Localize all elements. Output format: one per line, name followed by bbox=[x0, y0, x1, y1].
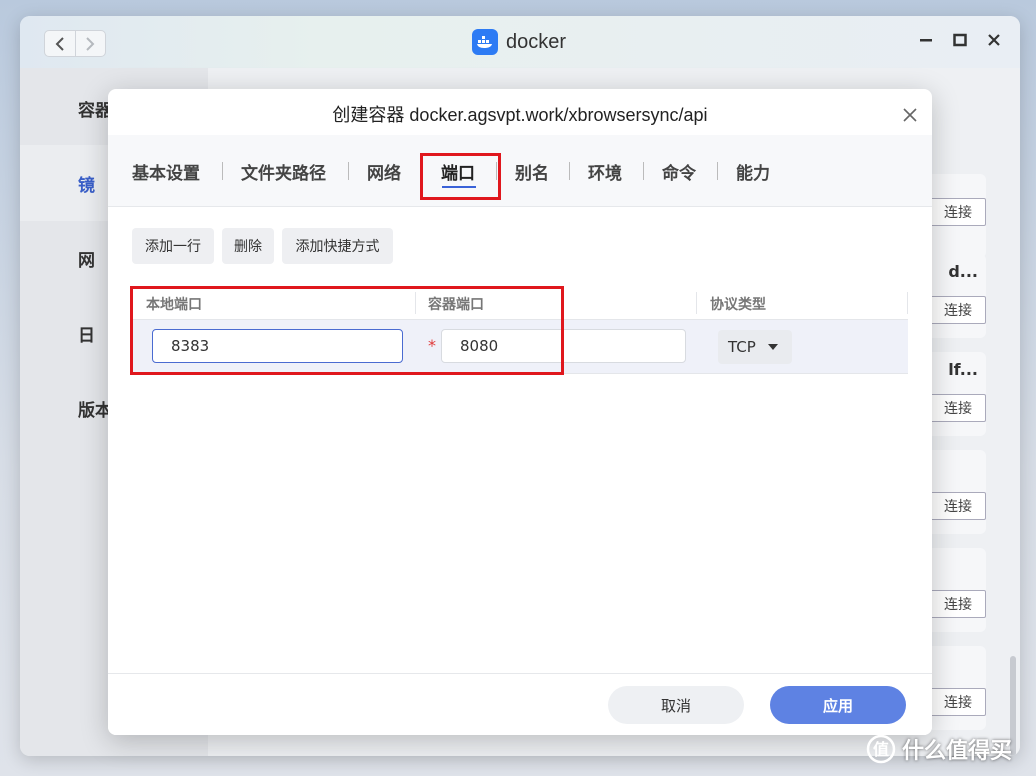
tab-separator bbox=[222, 162, 223, 180]
maximize-button[interactable] bbox=[952, 32, 968, 48]
add-row-button[interactable]: 添加一行 bbox=[132, 228, 214, 264]
apply-button[interactable]: 应用 bbox=[770, 686, 906, 724]
dialog-title: 创建容器 docker.agsvpt.work/xbrowsersync/api bbox=[332, 105, 708, 125]
tab-bar: 基本设置 文件夹路径 网络 端口 别名 环境 命令 能力 bbox=[108, 135, 932, 207]
connect-tag[interactable]: 连接 bbox=[930, 198, 986, 226]
svg-text:值: 值 bbox=[873, 740, 889, 759]
tab-alias[interactable]: 别名 bbox=[515, 159, 549, 184]
header-separator bbox=[907, 292, 908, 314]
minimize-icon bbox=[920, 39, 932, 42]
list-item-name: lf... bbox=[948, 360, 978, 379]
dialog-close-button[interactable] bbox=[902, 107, 918, 123]
connect-tag[interactable]: 连接 bbox=[930, 394, 986, 422]
cancel-button[interactable]: 取消 bbox=[608, 686, 744, 724]
close-window-button[interactable] bbox=[986, 32, 1002, 48]
sidebar-item-images[interactable]: 镜 bbox=[78, 171, 95, 196]
tab-separator bbox=[643, 162, 644, 180]
protocol-select[interactable]: TCP bbox=[718, 330, 792, 364]
watermark-text: 什么值得买 bbox=[902, 739, 1013, 764]
forward-button[interactable] bbox=[74, 31, 105, 56]
app-title-text: docker bbox=[506, 30, 567, 53]
tab-separator bbox=[717, 162, 718, 180]
header-separator bbox=[696, 292, 697, 314]
maximize-icon bbox=[953, 33, 967, 47]
connect-tag[interactable]: 连接 bbox=[930, 590, 986, 618]
minimize-button[interactable] bbox=[918, 32, 934, 48]
tab-basic-settings[interactable]: 基本设置 bbox=[132, 159, 200, 184]
header-protocol: 协议类型 bbox=[710, 297, 766, 313]
back-button[interactable] bbox=[45, 31, 75, 56]
connect-tag[interactable]: 连接 bbox=[930, 296, 986, 324]
dialog-footer: 取消 应用 bbox=[108, 673, 932, 735]
docker-icon bbox=[472, 29, 498, 55]
tab-separator bbox=[348, 162, 349, 180]
tab-network[interactable]: 网络 bbox=[367, 159, 401, 184]
tab-capabilities[interactable]: 能力 bbox=[736, 159, 770, 184]
tab-command[interactable]: 命令 bbox=[662, 159, 696, 184]
list-item-name: d... bbox=[948, 262, 978, 281]
sidebar-item-version[interactable]: 版本 bbox=[78, 396, 112, 421]
sidebar-item-containers[interactable]: 容器 bbox=[78, 96, 112, 121]
add-shortcut-button[interactable]: 添加快捷方式 bbox=[282, 228, 393, 264]
smzdm-logo-icon: 值 bbox=[866, 734, 896, 764]
highlight-box-port-fields bbox=[130, 286, 564, 375]
highlight-box-ports-tab bbox=[420, 153, 501, 200]
title-bar: docker bbox=[20, 16, 1020, 68]
connect-tag[interactable]: 连接 bbox=[930, 688, 986, 716]
tab-folder-path[interactable]: 文件夹路径 bbox=[241, 159, 326, 184]
chevron-right-icon bbox=[86, 36, 95, 51]
close-icon bbox=[903, 108, 917, 122]
app-title: docker bbox=[472, 29, 566, 55]
sidebar-item-logs[interactable]: 日 bbox=[78, 321, 95, 346]
tab-separator bbox=[569, 162, 570, 180]
protocol-select-value: TCP bbox=[728, 338, 756, 356]
sidebar-item-network[interactable]: 网 bbox=[78, 246, 95, 271]
delete-button[interactable]: 删除 bbox=[222, 228, 274, 264]
create-container-dialog: 创建容器 docker.agsvpt.work/xbrowsersync/api… bbox=[108, 89, 932, 735]
nav-buttons bbox=[44, 30, 106, 57]
connect-tag[interactable]: 连接 bbox=[930, 492, 986, 520]
watermark: 值 什么值得买 bbox=[866, 733, 1012, 765]
window-controls bbox=[918, 32, 1002, 48]
chevron-left-icon bbox=[55, 36, 64, 51]
tab-environment[interactable]: 环境 bbox=[588, 159, 622, 184]
caret-down-icon bbox=[767, 344, 778, 350]
close-icon bbox=[988, 34, 1000, 46]
